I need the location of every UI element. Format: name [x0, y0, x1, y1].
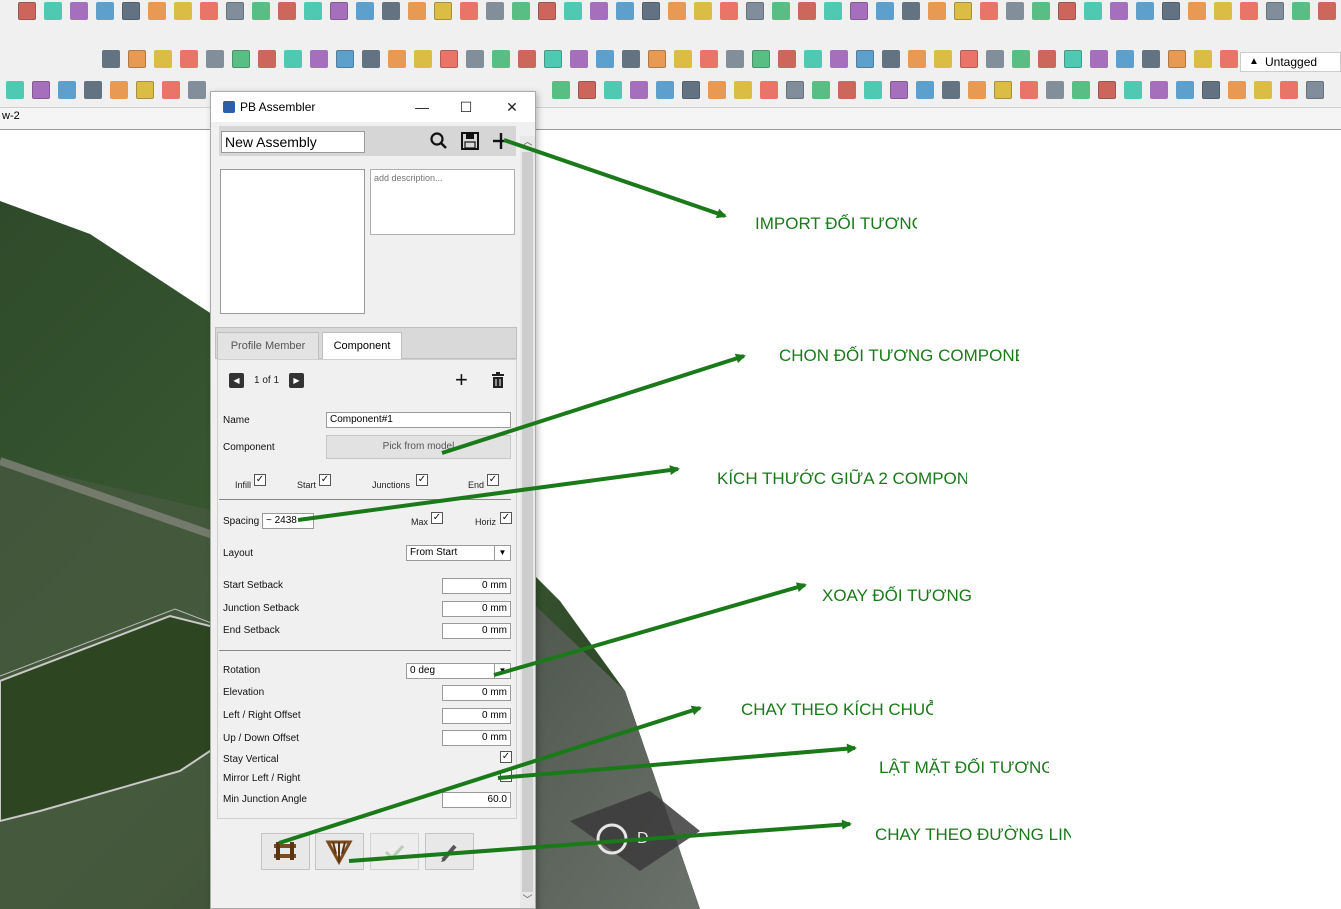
annotation-rotate: XOAY ĐỐI TƯƠNG	[822, 586, 972, 605]
arrow-import	[503, 138, 727, 219]
annotation-spacing: KÍCH THƯỚC GIỮA 2 COMPONENT	[717, 469, 967, 488]
annotation-mirror: LẬT MẶT ĐỐI TƯƠNG	[879, 758, 1049, 777]
annotation-chain: CHAY THEO KÍCH CHUỖI	[741, 700, 933, 719]
arrow-pick	[441, 353, 746, 455]
arrow-mirror	[497, 743, 857, 780]
arrow-rotation	[493, 582, 807, 677]
arrow-line	[348, 819, 852, 863]
annotation-arrows	[278, 138, 857, 863]
arrow-spacing	[297, 465, 680, 522]
annotation-pick-component: CHON ĐỐI TƯƠNG COMPONENT	[779, 346, 1019, 365]
annotation-line: CHAY THEO ĐƯỜNG LINE	[875, 825, 1071, 844]
annotation-import: IMPORT ĐỐI TƯƠNG	[755, 214, 917, 233]
arrow-chain	[278, 705, 702, 845]
